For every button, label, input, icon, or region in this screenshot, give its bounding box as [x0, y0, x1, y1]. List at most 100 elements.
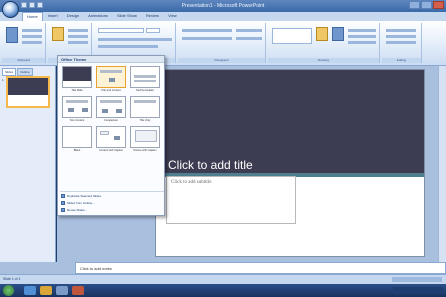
- alignment-buttons[interactable]: [182, 37, 232, 40]
- title-placeholder[interactable]: Click to add title: [168, 158, 253, 172]
- quick-styles-icon[interactable]: [332, 27, 344, 41]
- outline-icon: [61, 201, 65, 205]
- media-icon[interactable]: [56, 286, 68, 295]
- font-size-select[interactable]: [146, 28, 160, 33]
- layout-two-content[interactable]: Two Content: [62, 96, 92, 122]
- layout-title-and-content[interactable]: Title and Content: [96, 66, 126, 92]
- font-format-buttons[interactable]: [98, 38, 172, 41]
- folder-icon[interactable]: [40, 286, 52, 295]
- find-button[interactable]: [386, 29, 416, 32]
- shape-fill-button[interactable]: [348, 29, 376, 32]
- notes-pane[interactable]: Click to add notes: [75, 262, 446, 274]
- title-bar: Presentation1 - Microsoft PowerPoint: [0, 0, 446, 12]
- delete-button[interactable]: [68, 41, 88, 44]
- maximize-button[interactable]: [421, 1, 432, 9]
- group-clipboard: Clipboard: [2, 23, 46, 63]
- layout-content-with-caption[interactable]: Content with Caption: [96, 126, 126, 152]
- tab-slides[interactable]: Slides: [2, 68, 17, 76]
- format-painter-button[interactable]: [22, 41, 42, 44]
- close-button[interactable]: [433, 1, 444, 9]
- tab-review[interactable]: Review: [142, 12, 163, 21]
- font-name-select[interactable]: [98, 28, 144, 33]
- layout-comparison[interactable]: Comparison: [96, 96, 126, 122]
- minimize-button[interactable]: [409, 1, 420, 9]
- layout-title-only[interactable]: Title Only: [130, 96, 160, 122]
- menu-reuse-slides[interactable]: Reuse Slides...: [60, 207, 164, 214]
- layout-preview: [62, 126, 92, 148]
- office-button[interactable]: [2, 1, 19, 18]
- group-drawing: Drawing: [268, 23, 380, 63]
- tab-outline[interactable]: Outline: [17, 68, 33, 76]
- layout-label: Section Header: [136, 89, 154, 92]
- layout-dropdown-header: Office Theme: [58, 56, 164, 63]
- layout-preview: [96, 96, 126, 118]
- browser-icon[interactable]: [24, 286, 36, 295]
- arrange-icon[interactable]: [316, 27, 328, 41]
- slides-panel: Slides Outline 1: [0, 66, 56, 266]
- layout-preview: [130, 96, 160, 118]
- slides-panel-tabs: Slides Outline: [2, 68, 33, 76]
- new-slide-icon[interactable]: [52, 27, 64, 41]
- group-label-drawing: Drawing: [268, 58, 379, 63]
- layout-preview: [62, 96, 92, 118]
- font-effects-buttons[interactable]: [98, 45, 158, 48]
- zoom-slider[interactable]: [392, 277, 442, 282]
- tab-home[interactable]: Home: [22, 12, 43, 21]
- powerpoint-icon[interactable]: [72, 286, 84, 295]
- layout-button[interactable]: [68, 29, 88, 32]
- list-buttons[interactable]: [182, 29, 232, 32]
- paste-icon[interactable]: [6, 27, 18, 43]
- layout-preview: [62, 66, 92, 88]
- duplicate-icon: [61, 194, 65, 198]
- menu-separator: [60, 191, 164, 192]
- layout-label: Content with Caption: [98, 149, 124, 152]
- shapes-gallery[interactable]: [272, 28, 312, 44]
- layout-label: Two Content: [69, 119, 85, 122]
- menu-duplicate-slides[interactable]: Duplicate Selected Slides: [60, 193, 164, 200]
- copy-button[interactable]: [22, 35, 42, 38]
- layout-label: Title Only: [139, 119, 151, 122]
- taskbar: [0, 284, 446, 297]
- menu-slides-from-outline[interactable]: Slides from Outline...: [60, 200, 164, 207]
- tab-insert[interactable]: Insert: [44, 12, 62, 21]
- layout-dropdown: Office Theme Title Slide Title and Conte…: [57, 55, 165, 216]
- layout-section-header[interactable]: Section Header: [130, 66, 160, 92]
- tab-animations[interactable]: Animations: [84, 12, 112, 21]
- shape-effects-button[interactable]: [348, 41, 376, 44]
- slide-number: 1: [2, 78, 4, 82]
- shape-outline-button[interactable]: [348, 35, 376, 38]
- group-editing: Editing: [382, 23, 422, 63]
- layout-label: Blank: [73, 149, 81, 152]
- ribbon-tabs: Home Insert Design Animations Slide Show…: [0, 12, 446, 21]
- layout-label: Title and Content: [101, 89, 121, 92]
- tab-design[interactable]: Design: [63, 12, 83, 21]
- tab-slide-show[interactable]: Slide Show: [113, 12, 141, 21]
- align-text-button[interactable]: [236, 37, 262, 40]
- replace-button[interactable]: [386, 35, 416, 38]
- layout-title-slide[interactable]: Title Slide: [62, 66, 92, 92]
- start-button[interactable]: [3, 285, 14, 296]
- reuse-icon: [61, 208, 65, 212]
- text-direction-button[interactable]: [236, 29, 262, 32]
- subtitle-placeholder: Click to add subtitle: [171, 180, 212, 185]
- cut-button[interactable]: [22, 29, 42, 32]
- reset-button[interactable]: [68, 35, 88, 38]
- status-slide-count: Slide 1 of 1: [3, 277, 21, 281]
- tab-view[interactable]: View: [164, 12, 181, 21]
- notes-left-gap: [0, 262, 75, 274]
- layout-blank[interactable]: Blank: [62, 126, 92, 152]
- group-label-clipboard: Clipboard: [2, 58, 45, 63]
- notes-placeholder: Click to add notes: [80, 266, 112, 271]
- layout-preview: [96, 126, 126, 148]
- group-label-editing: Editing: [382, 58, 421, 63]
- layout-label: Picture with Caption: [133, 149, 157, 152]
- vertical-scrollbar[interactable]: [438, 66, 446, 262]
- slide-canvas[interactable]: Click to add title Click to add subtitle: [155, 69, 425, 257]
- slide-thumbnail[interactable]: [6, 76, 50, 108]
- group-paragraph: Paragraph: [178, 23, 266, 63]
- window-title: Presentation1 - Microsoft PowerPoint: [181, 3, 265, 9]
- layout-picture-with-caption[interactable]: Picture with Caption: [130, 126, 160, 152]
- subtitle-placeholder-box[interactable]: Click to add subtitle: [166, 176, 296, 224]
- select-button[interactable]: [386, 41, 416, 44]
- thumbnail-title-area: [8, 78, 48, 96]
